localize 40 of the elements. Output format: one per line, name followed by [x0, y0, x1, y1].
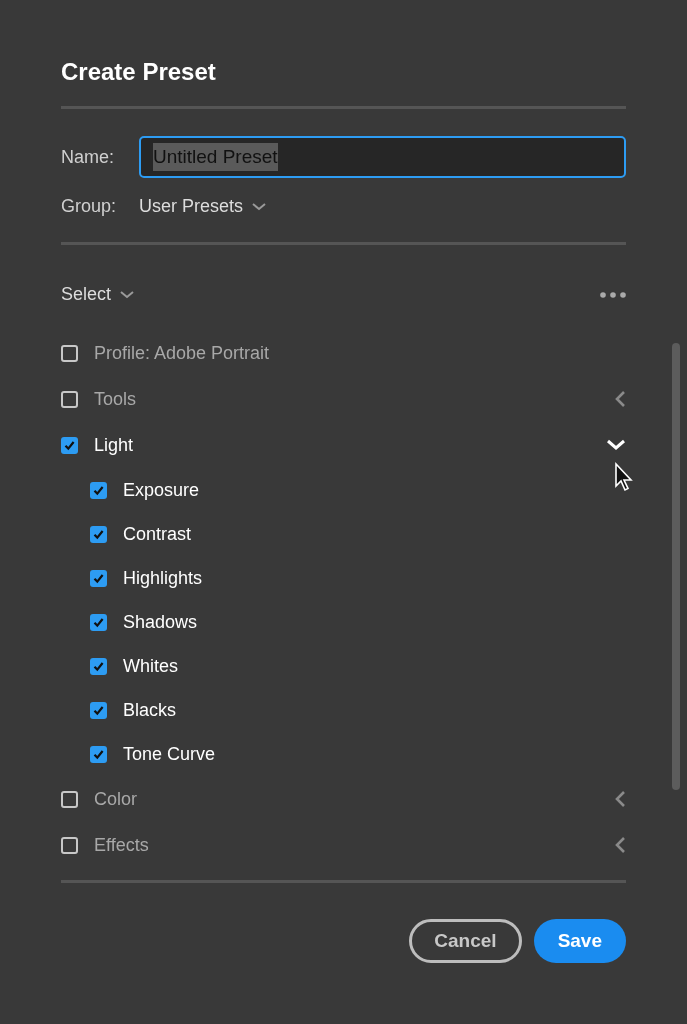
item-label: Blacks: [123, 698, 176, 722]
group-label: Group:: [61, 195, 118, 218]
more-icon[interactable]: [600, 291, 626, 298]
caret-icon: [119, 289, 136, 300]
chevron-left-icon[interactable]: [614, 390, 626, 408]
mouse-cursor-icon: [614, 462, 634, 492]
item-label: Effects: [94, 833, 150, 857]
item-label: Color: [94, 787, 138, 811]
checkbox[interactable]: [90, 657, 107, 675]
item-label: Exposure: [123, 478, 200, 502]
dialog-title: Create Preset: [61, 57, 217, 87]
chevron-left-icon[interactable]: [614, 790, 626, 808]
scrollbar[interactable]: [672, 343, 680, 790]
item-label: Shadows: [123, 610, 198, 634]
checkbox[interactable]: [61, 436, 78, 454]
checkbox[interactable]: [90, 525, 107, 543]
chevron-left-icon[interactable]: [614, 836, 626, 854]
cancel-button[interactable]: Cancel: [409, 919, 522, 963]
name-label: Name:: [61, 145, 115, 169]
chevron-down-icon[interactable]: [606, 439, 626, 451]
checkbox[interactable]: [61, 836, 78, 854]
item-label: Light: [94, 433, 135, 457]
checkbox[interactable]: [61, 344, 78, 362]
group-dropdown[interactable]: User Presets: [139, 193, 268, 220]
checkbox[interactable]: [61, 390, 78, 408]
checkbox[interactable]: [90, 701, 107, 719]
save-button[interactable]: Save: [533, 919, 626, 963]
checkbox[interactable]: [90, 745, 107, 763]
item-label: Contrast: [123, 522, 192, 546]
item-label: Profile: Adobe Portrait: [94, 341, 271, 365]
item-label: Tools: [94, 387, 138, 411]
checkbox[interactable]: [90, 569, 107, 587]
caret-icon: [251, 201, 268, 212]
checkbox[interactable]: [90, 481, 107, 499]
checkbox[interactable]: [90, 613, 107, 631]
item-label: Whites: [123, 654, 178, 678]
item-label: Highlights: [123, 566, 203, 590]
select-dropdown[interactable]: Select: [61, 281, 136, 308]
checkbox[interactable]: [61, 790, 78, 808]
item-label: Tone Curve: [123, 742, 216, 766]
